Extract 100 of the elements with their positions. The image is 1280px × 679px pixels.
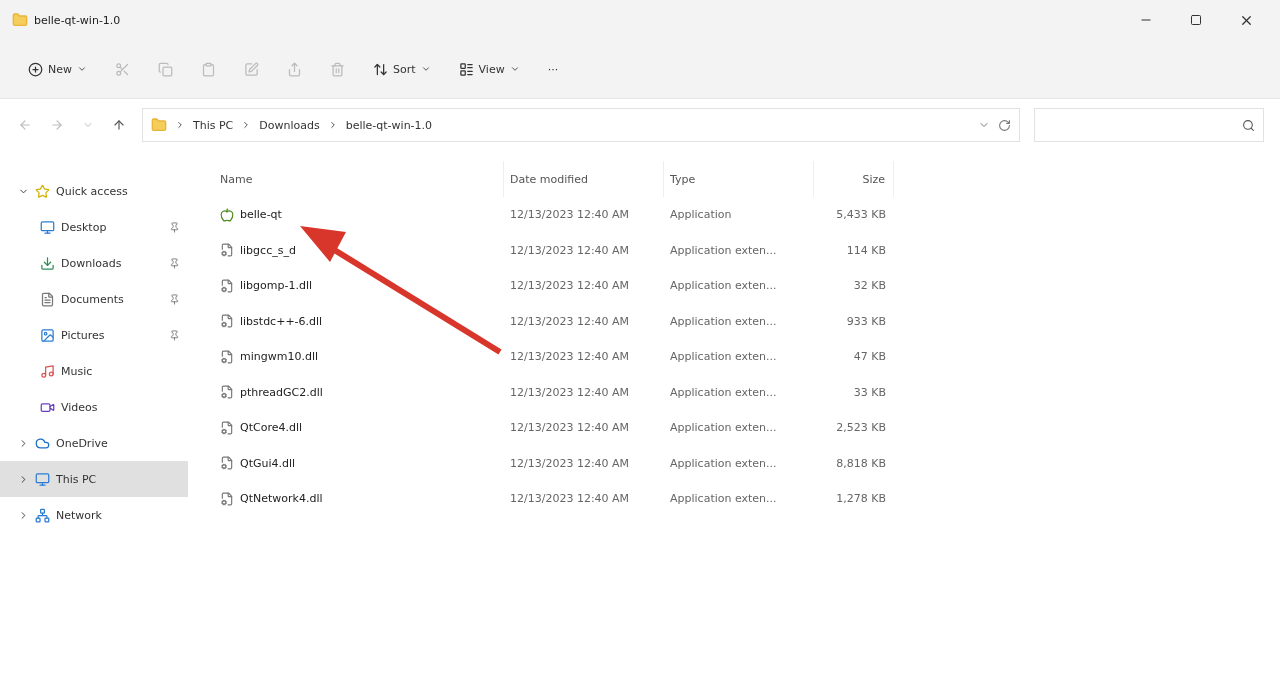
table-cell[interactable]: belle-qt <box>214 197 504 233</box>
sidebar-item[interactable]: Desktop <box>0 209 188 245</box>
sort-button[interactable]: Sort <box>367 57 437 81</box>
new-button[interactable]: New <box>22 57 93 81</box>
download-icon <box>40 255 55 271</box>
table-cell-text: 5,433 KB <box>835 207 887 224</box>
table-cell-text: Application exten... <box>669 349 778 366</box>
file-icon <box>220 243 234 258</box>
file-name: libstdc++-6.dll <box>240 314 323 328</box>
file-icon <box>220 420 234 435</box>
sidebar-item[interactable]: Quick access <box>0 173 188 209</box>
breadcrumb-item[interactable]: belle-qt-win-1.0 <box>345 118 433 132</box>
table-cell-text: 1,278 KB <box>835 491 887 508</box>
caret-icon <box>420 64 431 74</box>
table-cell-text: 8,818 KB <box>835 455 887 472</box>
desktop-icon <box>40 219 55 235</box>
share-icon <box>287 61 302 77</box>
music-icon <box>40 363 55 379</box>
table-cell[interactable]: libgomp-1.dll <box>214 268 504 304</box>
table-cell-text: Application exten... <box>669 420 778 437</box>
table-cell-text: Application exten... <box>669 455 778 472</box>
file-icon <box>220 349 234 364</box>
table-cell[interactable]: libstdc++-6.dll <box>214 303 504 339</box>
view-button[interactable]: View <box>452 57 526 81</box>
window-title: belle-qt-win-1.0 <box>34 13 122 27</box>
more-button[interactable]: ··· <box>541 58 565 80</box>
table-cell[interactable]: pthreadGC2.dll <box>214 374 504 410</box>
table-cell-text: 12/13/2023 12:40 AM <box>509 455 631 472</box>
table-cell-text: 12/13/2023 12:40 AM <box>509 491 631 508</box>
table-cell-text: 114 KB <box>845 242 887 259</box>
table-cell-text: 33 KB <box>852 384 887 401</box>
sidebar-item[interactable]: Music <box>0 353 188 389</box>
table-cell-text: 12/13/2023 12:40 AM <box>509 313 631 330</box>
file-icon <box>220 491 234 506</box>
cloud-icon <box>35 435 50 451</box>
search-icon <box>1242 118 1255 132</box>
column-header[interactable]: Type <box>664 161 814 197</box>
caret-icon <box>77 64 87 74</box>
sidebar-item[interactable]: Pictures <box>0 317 188 353</box>
file-icon <box>220 314 234 329</box>
cut-icon <box>115 61 130 77</box>
new-icon <box>28 61 43 77</box>
sidebar-item[interactable]: Network <box>0 497 188 533</box>
table-cell-text: Application exten... <box>669 242 778 259</box>
file-name: QtCore4.dll <box>240 421 303 435</box>
paste-icon <box>201 61 216 77</box>
sidebar-item[interactable]: Downloads <box>0 245 188 281</box>
chevron-icon <box>175 120 185 130</box>
folder-icon <box>12 12 28 28</box>
table-cell-text: 12/13/2023 12:40 AM <box>509 384 631 401</box>
table-cell[interactable]: libgcc_s_d <box>214 232 504 268</box>
table-cell-text: Application exten... <box>669 278 778 295</box>
sort-icon <box>373 61 388 77</box>
rename-icon <box>244 61 259 77</box>
pc-icon <box>35 471 50 487</box>
file-name: mingwm10.dll <box>240 350 319 364</box>
file-icon <box>220 385 234 400</box>
star-icon <box>35 183 50 199</box>
table-cell-text: 12/13/2023 12:40 AM <box>509 207 631 224</box>
file-name: libgomp-1.dll <box>240 279 313 293</box>
sidebar-item[interactable]: OneDrive <box>0 425 188 461</box>
table-cell-text: 12/13/2023 12:40 AM <box>509 242 631 259</box>
sidebar-item[interactable]: This PC <box>0 461 188 497</box>
table-cell-text: 933 KB <box>845 313 887 330</box>
caret-icon <box>509 64 520 74</box>
breadcrumb-item[interactable]: Downloads <box>259 118 320 132</box>
table-cell[interactable]: QtNetwork4.dll <box>214 481 504 517</box>
picture-icon <box>40 327 55 343</box>
table-cell-text: Application exten... <box>669 491 778 508</box>
file-name: libgcc_s_d <box>240 243 296 257</box>
sidebar-item[interactable]: Documents <box>0 281 188 317</box>
column-header[interactable]: Date modified <box>504 161 664 197</box>
file-name: belle-qt <box>240 208 282 222</box>
delete-icon <box>330 61 345 77</box>
sidebar-item[interactable]: Videos <box>0 389 188 425</box>
table-cell[interactable]: QtGui4.dll <box>214 445 504 481</box>
file-icon <box>220 456 234 471</box>
table-cell-text: 12/13/2023 12:40 AM <box>509 278 631 295</box>
refresh-icon[interactable] <box>998 118 1011 132</box>
document-icon <box>40 291 55 307</box>
network-icon <box>35 507 50 523</box>
app-icon <box>220 207 234 222</box>
address-bar[interactable]: This PC Downloads belle-qt-win-1.0 <box>142 108 1020 142</box>
breadcrumb-item[interactable]: This PC <box>193 118 234 132</box>
up-arrow-icon <box>112 118 126 132</box>
column-header[interactable]: Size <box>814 161 894 197</box>
maximize-icon <box>1190 14 1202 26</box>
file-name: QtNetwork4.dll <box>240 492 323 506</box>
table-cell[interactable]: mingwm10.dll <box>214 339 504 375</box>
table-cell-text: Application <box>669 207 733 224</box>
file-name: QtGui4.dll <box>240 456 296 470</box>
column-header[interactable]: Name <box>214 161 504 197</box>
copy-icon <box>158 61 173 77</box>
table-cell[interactable]: QtCore4.dll <box>214 410 504 446</box>
file-icon <box>220 278 234 293</box>
table-cell-text: 12/13/2023 12:40 AM <box>509 349 631 366</box>
table-cell-text: Application exten... <box>669 384 778 401</box>
table-cell-text: 47 KB <box>852 349 887 366</box>
file-name: pthreadGC2.dll <box>240 385 323 399</box>
search-field[interactable] <box>1034 108 1264 142</box>
